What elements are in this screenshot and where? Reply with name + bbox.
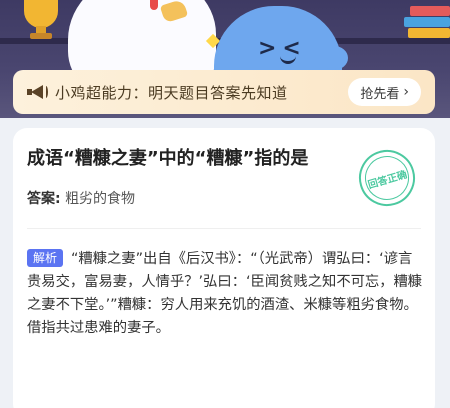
analysis-text: “糟糠之妻”出自《后汉书》：“（光武帝）谓弘曰：‘谚言贵易交，富易妻，人情乎？’… bbox=[27, 251, 423, 336]
answer-row: 答案: 粗劣的食物 bbox=[27, 188, 135, 208]
preview-button-label: 抢先看 bbox=[360, 86, 400, 102]
question-title: 成语“糟糠之妻”中的“糟糠”指的是 bbox=[27, 148, 309, 169]
analysis-block: 解析 “糟糠之妻”出自《后汉书》：“（光武帝）谓弘曰：‘谚言贵易交，富易妻，人情乎… bbox=[27, 248, 423, 340]
chicken-comb bbox=[150, 0, 158, 10]
seal-flipper bbox=[320, 46, 348, 70]
trophy-base bbox=[30, 33, 52, 39]
question-card: 成语“糟糠之妻”中的“糟糠”指的是 答案: 粗劣的食物 回答正确 解析 “糟糠之妻… bbox=[13, 128, 435, 408]
answer-text: 粗劣的食物 bbox=[65, 191, 136, 207]
books-icon bbox=[402, 6, 450, 40]
promo-text: 小鸡超能力：明天题目答案先知道 bbox=[55, 83, 288, 102]
preview-button[interactable]: 抢先看 › bbox=[348, 78, 421, 106]
analysis-tag: 解析 bbox=[27, 249, 64, 267]
answer-label: 答案: bbox=[27, 191, 61, 207]
correct-stamp-icon: 回答正确 bbox=[352, 143, 422, 213]
stamp-text: 回答正确 bbox=[359, 150, 415, 206]
trophy-icon bbox=[24, 0, 58, 28]
megaphone-icon bbox=[27, 83, 48, 101]
chevron-right-icon: › bbox=[403, 84, 409, 100]
promo-banner[interactable]: 小鸡超能力：明天题目答案先知道 抢先看 › bbox=[13, 70, 435, 114]
divider bbox=[27, 228, 421, 229]
